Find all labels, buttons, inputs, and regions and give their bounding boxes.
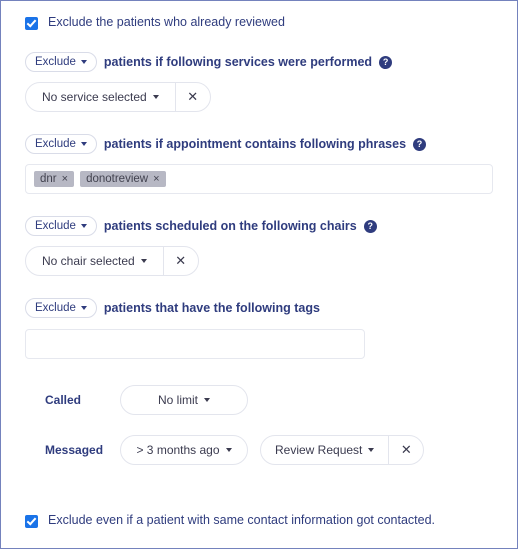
tags-input[interactable] <box>25 329 365 359</box>
section-title-tags: patients that have the following tags <box>103 301 320 315</box>
service-selector-dropdown[interactable]: No service selected <box>26 83 175 111</box>
chevron-down-icon <box>152 95 159 99</box>
help-icon[interactable]: ? <box>379 55 393 69</box>
chair-selector-dropdown[interactable]: No chair selected <box>26 247 163 275</box>
chevron-down-icon <box>80 60 87 64</box>
exclude-mode-dropdown-chairs[interactable]: Exclude <box>25 216 97 236</box>
checkbox-same-contact-info[interactable] <box>25 515 38 528</box>
called-limit-label: No limit <box>157 393 198 407</box>
messaged-label: Messaged <box>45 443 104 457</box>
section-title-chairs: patients scheduled on the following chai… <box>103 219 357 233</box>
messaged-type-group: Review Request ✕ <box>260 435 425 465</box>
chevron-down-icon <box>80 142 87 146</box>
chevron-down-icon <box>140 259 147 263</box>
chevron-down-icon <box>204 398 210 402</box>
chair-selector-group: No chair selected ✕ <box>25 246 199 276</box>
phrase-chip-label: donotreview <box>86 173 149 185</box>
section-title-phrases: patients if appointment contains followi… <box>103 137 407 151</box>
chevron-down-icon <box>368 448 375 452</box>
checkbox-label-exclude-reviewed: Exclude the patients who already reviewe… <box>48 15 285 29</box>
messaged-row: Messaged > 3 months ago Review Request ✕ <box>25 435 493 465</box>
help-icon[interactable]: ? <box>413 137 427 151</box>
clear-messaged-type-button[interactable]: ✕ <box>388 436 423 464</box>
messaged-type-label: Review Request <box>275 443 363 457</box>
exclude-mode-dropdown-tags[interactable]: Exclude <box>25 298 97 318</box>
service-selector-label: No service selected <box>42 90 147 104</box>
service-selector-group: No service selected ✕ <box>25 82 211 112</box>
close-icon[interactable]: × <box>153 173 159 185</box>
called-limit-dropdown[interactable]: No limit <box>120 385 248 415</box>
exclude-mode-label-chairs: Exclude <box>35 220 76 232</box>
messaged-time-dropdown[interactable]: > 3 months ago <box>120 435 248 465</box>
exclude-mode-label-tags: Exclude <box>35 302 76 314</box>
clear-services-button[interactable]: ✕ <box>174 83 210 111</box>
called-label: Called <box>45 393 82 407</box>
messaged-type-dropdown[interactable]: Review Request <box>261 436 388 464</box>
exclude-mode-dropdown-services[interactable]: Exclude <box>25 52 97 72</box>
close-icon[interactable]: × <box>62 173 68 185</box>
clear-chairs-button[interactable]: ✕ <box>162 247 198 275</box>
section-header-chairs: Exclude patients scheduled on the follow… <box>25 216 493 236</box>
help-icon[interactable]: ? <box>363 219 377 233</box>
checkbox-label-same-contact-info: Exclude even if a patient with same cont… <box>48 513 436 527</box>
section-header-tags: Exclude patients that have the following… <box>25 298 493 318</box>
exclude-mode-label-services: Exclude <box>35 56 76 68</box>
phrase-chip-label: dnr <box>40 173 57 185</box>
phrases-tag-input[interactable]: dnr × donotreview × <box>25 164 493 194</box>
chevron-down-icon <box>80 224 87 228</box>
messaged-time-label: > 3 months ago <box>136 443 220 457</box>
filter-settings-panel: Exclude the patients who already reviewe… <box>0 0 518 549</box>
checkbox-row-exclude-reviewed[interactable]: Exclude the patients who already reviewe… <box>25 15 493 30</box>
chevron-down-icon <box>225 448 232 452</box>
called-row: Called No limit <box>25 385 493 415</box>
phrase-chip[interactable]: dnr × <box>34 171 75 187</box>
section-title-services: patients if following services were perf… <box>103 55 373 69</box>
exclude-mode-label-phrases: Exclude <box>35 138 76 150</box>
section-header-services: Exclude patients if following services w… <box>25 52 493 72</box>
checkbox-row-same-contact-info[interactable]: Exclude even if a patient with same cont… <box>25 513 493 528</box>
exclude-mode-dropdown-phrases[interactable]: Exclude <box>25 134 97 154</box>
chair-selector-label: No chair selected <box>42 254 135 268</box>
chevron-down-icon <box>80 306 87 310</box>
phrase-chip[interactable]: donotreview × <box>80 171 166 187</box>
section-header-phrases: Exclude patients if appointment contains… <box>25 134 493 154</box>
checkbox-exclude-reviewed[interactable] <box>25 17 38 30</box>
